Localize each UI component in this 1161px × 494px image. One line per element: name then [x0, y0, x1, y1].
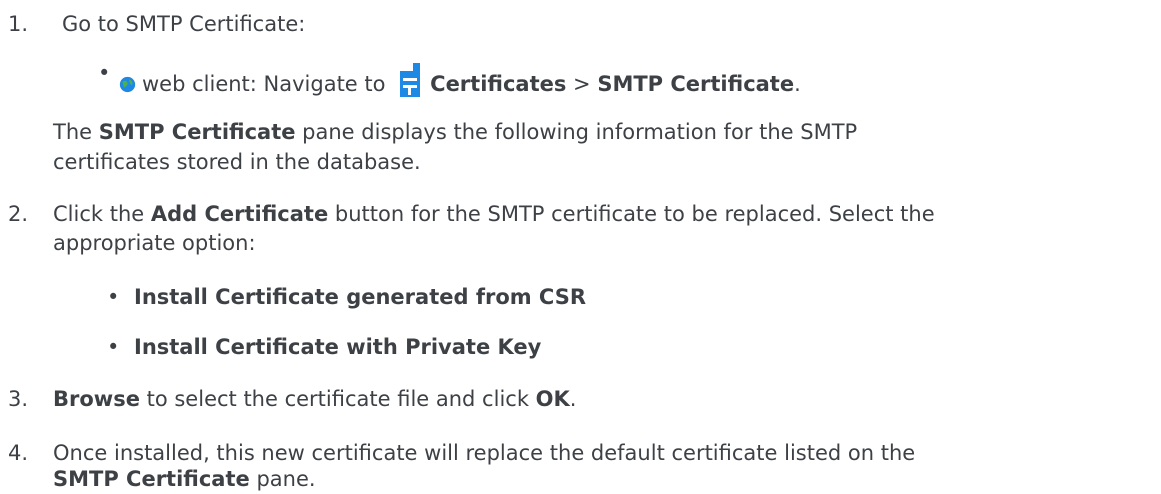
nav-prefix: web client: Navigate to: [142, 72, 393, 96]
step-3-bold-ok: OK: [535, 387, 570, 411]
bullet-dot: •: [107, 285, 120, 309]
nav-smtp-certificate: SMTP Certificate: [597, 72, 795, 96]
globe-icon: [119, 76, 136, 93]
option-label: Install Certificate generated from CSR: [134, 285, 587, 309]
step-3-mid: to select the certificate file and click: [139, 387, 536, 411]
step-4-bold: SMTP Certificate: [53, 467, 250, 491]
pane-info-bold: SMTP Certificate: [98, 120, 296, 144]
step-4-continuation: SMTP Certificate pane.: [53, 465, 1153, 494]
pane-info-line-2: certificates stored in the database.: [53, 150, 421, 174]
step-4-line-1: Once installed, this new certificate wil…: [53, 441, 916, 465]
option-label: Install Certificate with Private Key: [134, 335, 542, 359]
step-text: Go to SMTP Certificate:: [62, 12, 306, 36]
pane-info-rest: pane displays the following information …: [295, 120, 858, 144]
step-2-bold: Add Certificate: [150, 202, 329, 226]
pane-info-the: The: [53, 120, 99, 144]
step-2-post: button for the SMTP certificate to be re…: [328, 202, 935, 226]
step-number: 1.: [8, 12, 29, 36]
step-4-post: pane.: [249, 467, 316, 491]
step-number: 4.: [8, 441, 29, 465]
step-2-pre: Click the: [53, 202, 151, 226]
step-2-continuation: appropriate option:: [53, 231, 256, 255]
nav-certificates: Certificates: [430, 72, 567, 96]
nav-separator: >: [566, 72, 598, 96]
step-number: 3.: [8, 387, 29, 411]
certificate-icon: [400, 63, 421, 97]
step-text: Browse to select the certificate file an…: [53, 385, 1153, 414]
nav-period: .: [794, 72, 801, 96]
bullet-dot: •: [98, 61, 111, 85]
step-3-end: .: [569, 387, 577, 411]
pane-info-line-1: The SMTP Certificate pane displays the f…: [53, 118, 1153, 147]
document-page: 1. Go to SMTP Certificate: • web client:…: [0, 0, 1161, 491]
step-text: Click the Add Certificate button for the…: [53, 200, 1153, 229]
step-number: 2.: [8, 202, 29, 226]
bullet-dot: •: [107, 335, 120, 359]
step-3-bold-browse: Browse: [53, 387, 140, 411]
